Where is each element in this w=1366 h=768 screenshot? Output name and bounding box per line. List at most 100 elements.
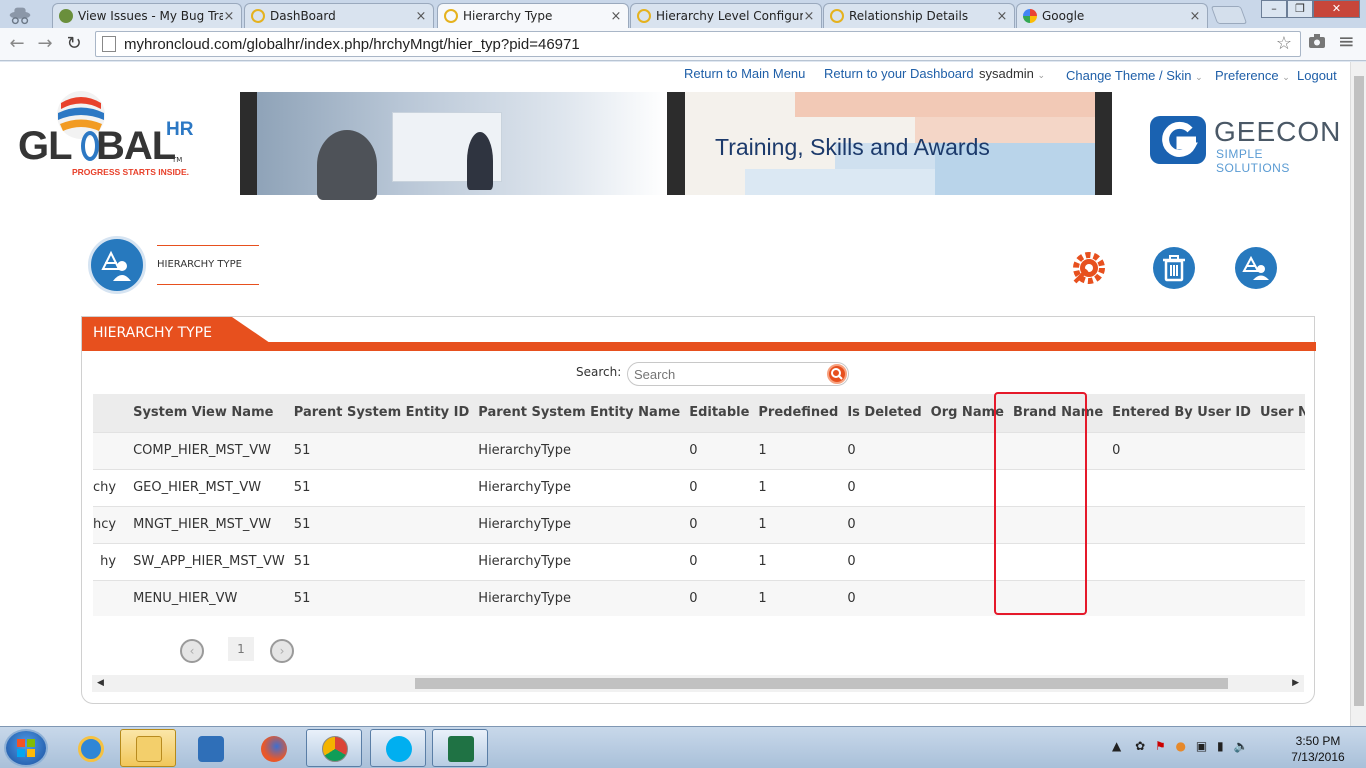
loading-icon [830,9,844,23]
cell-org-name [921,542,1004,580]
volume-icon[interactable]: 🔈 [1233,739,1248,753]
col-header-system-view-name[interactable]: System View Name [124,394,285,432]
show-hidden-icons-icon[interactable]: ▲ [1112,739,1121,753]
table-row[interactable]: COMP_HIER_MST_VW 51 HierarchyType 0 1 0 … [93,431,1305,469]
scroll-right-icon[interactable]: ▶ [1292,675,1299,692]
scroll-left-icon[interactable]: ◀ [97,675,104,692]
audience-figure [317,130,377,200]
settings-tools-icon[interactable] [1067,246,1109,288]
horizontal-scrollbar[interactable]: ◀ ▶ [92,675,1304,692]
system-clock[interactable]: 3:50 PM 7/13/2016 [1283,733,1353,765]
page-number[interactable]: 1 [228,637,254,661]
cell-lead: hcy [93,505,125,543]
close-tab-icon[interactable]: × [803,9,815,24]
url-text: myhroncloud.com/globalhr/index.php/hrchy… [124,35,580,53]
change-theme-link[interactable]: Change Theme / Skin ⌄ [1066,68,1203,83]
search-input[interactable] [627,362,849,386]
search-button[interactable] [827,364,847,384]
close-tab-icon[interactable]: × [1189,9,1201,24]
cell-user-name [1250,431,1305,469]
cell-lead: hy [93,542,125,580]
preference-link[interactable]: Preference ⌄ [1215,68,1290,83]
close-tab-icon[interactable]: × [223,9,235,24]
cell-editable: 0 [680,542,750,580]
forward-button[interactable]: → [34,33,56,55]
cell-predefined: 1 [749,468,839,506]
tab-hierarchy-type[interactable]: Hierarchy Type × [437,3,629,28]
hierarchy-type-panel: HIERARCHY TYPE Search: System View Name … [81,316,1316,704]
delete-trash-icon[interactable] [1153,247,1195,289]
table-row[interactable]: chy GEO_HIER_MST_VW 51 HierarchyType 0 1… [93,468,1305,506]
logo-tagline: PROGRESS STARTS INSIDE. [72,167,189,177]
reload-button[interactable]: ↻ [63,33,85,55]
geecon-tagline: SIMPLE SOLUTIONS [1216,147,1290,175]
next-page-button[interactable]: › [270,639,294,663]
media-player-icon[interactable] [182,729,238,767]
file-explorer-icon[interactable] [120,729,176,767]
chrome-glyph [322,736,348,762]
close-tab-icon[interactable]: × [996,9,1008,24]
sync-icon[interactable]: ✿ [1135,739,1145,753]
col-header-user-name[interactable]: User Nam [1250,394,1305,432]
chrome-icon[interactable] [306,729,362,767]
cell-org-name [921,468,1004,506]
table-row[interactable]: hy SW_APP_HIER_MST_VW 51 HierarchyType 0… [93,542,1305,580]
logout-link[interactable]: Logout [1297,68,1337,83]
chevron-down-icon: ⌄ [1037,70,1046,80]
banner-block [795,92,1095,117]
menu-icon[interactable]: ≡ [1338,29,1355,53]
col-header-parent-entity-id[interactable]: Parent System Entity ID [284,394,470,432]
close-window-button[interactable]: ✕ [1313,0,1360,18]
skype-icon[interactable] [370,729,426,767]
device-icon[interactable]: ▣ [1196,739,1207,753]
hierarchy-user-icon[interactable] [1235,247,1277,289]
network-icon[interactable]: ▮ [1217,739,1224,753]
bookmark-star-icon[interactable]: ☆ [1276,33,1292,54]
url-field[interactable]: myhroncloud.com/globalhr/index.php/hrchy… [95,31,1301,57]
action-center-icon[interactable]: ⚑ [1155,739,1166,753]
start-button[interactable] [4,729,48,767]
tab-hierarchy-level[interactable]: Hierarchy Level Configura × [630,3,822,28]
app-tray-icon[interactable]: ● [1176,739,1186,753]
windows-taskbar: ▲ ✿ ⚑ ● ▣ ▮ 🔈 3:50 PM 7/13/2016 [0,726,1366,768]
col-header-is-deleted[interactable]: Is Deleted [838,394,922,432]
user-menu[interactable]: sysadmin ⌄ [979,66,1045,81]
col-header-editable[interactable]: Editable [680,394,750,432]
cell-parent-id: 51 [284,431,470,469]
tab-dashboard[interactable]: DashBoard × [244,3,434,28]
table-row[interactable]: hcy MNGT_HIER_MST_VW 51 HierarchyType 0 … [93,505,1305,543]
col-header-org-name[interactable]: Org Name [921,394,1004,432]
back-button[interactable]: ← [6,33,28,55]
internet-explorer-icon[interactable] [62,729,118,767]
return-dashboard-link[interactable]: Return to your Dashboard [824,66,974,81]
page-vertical-scrollbar[interactable] [1350,62,1366,726]
geecon-logo: GEECON SIMPLE SOLUTIONS [1150,114,1340,175]
col-header-parent-entity-name[interactable]: Parent System Entity Name [469,394,681,432]
close-tab-icon[interactable]: × [415,9,427,24]
excel-icon[interactable] [432,729,488,767]
username: sysadmin [979,66,1034,81]
prev-page-button[interactable]: ‹ [180,639,204,663]
return-main-menu-link[interactable]: Return to Main Menu [684,66,805,81]
cell-org-name [921,431,1004,469]
maximize-button[interactable]: ❐ [1287,0,1313,18]
col-header-entered-by-user-id[interactable]: Entered By User ID [1103,394,1251,432]
scrollbar-thumb[interactable] [415,678,1228,689]
close-tab-icon[interactable]: × [610,9,622,24]
bug-icon [59,9,73,23]
cell-is-deleted: 0 [838,468,922,506]
page-title: HIERARCHY TYPE [157,245,259,285]
table-row[interactable]: MENU_HIER_VW 51 HierarchyType 0 1 0 [93,579,1305,616]
tab-google[interactable]: Google × [1016,3,1208,28]
camera-icon[interactable] [1308,33,1326,53]
tab-view-issues[interactable]: View Issues - My Bug Trac × [52,3,242,28]
col-header-predefined[interactable]: Predefined [749,394,839,432]
col-header-lead [93,394,125,432]
new-tab-button[interactable] [1210,6,1248,24]
firefox-icon[interactable] [245,729,301,767]
cell-entered-by: 0 [1103,431,1251,469]
tab-relationship-details[interactable]: Relationship Details × [823,3,1015,28]
minimize-button[interactable]: – [1261,0,1287,18]
browser-chrome: View Issues - My Bug Trac × DashBoard × … [0,0,1366,62]
scrollbar-thumb[interactable] [1354,76,1364,706]
